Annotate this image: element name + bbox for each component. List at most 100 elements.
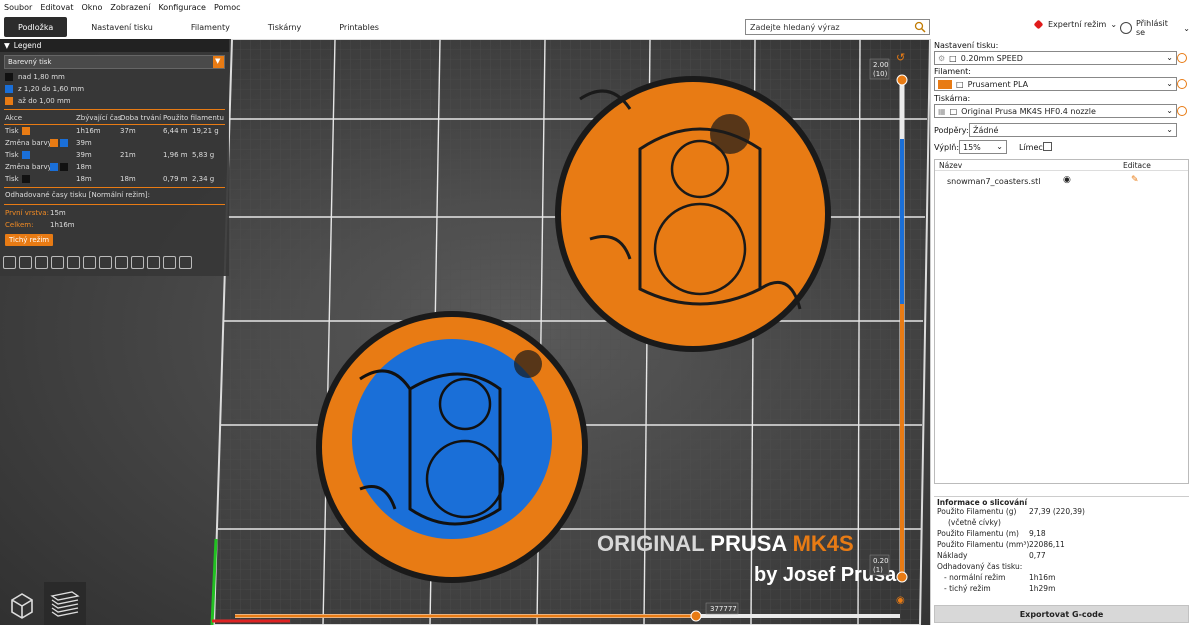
legend-option-icons [3,256,195,269]
menu-bar: Soubor Editovat Okno Zobrazení Konfigura… [0,0,1190,15]
cube-icon [11,593,33,619]
legend-header[interactable]: ▼ Legend [0,39,229,52]
info-row: Odhadovaný čas tisku: [937,562,1023,571]
tab-nastaveni-tisku[interactable]: Nastavení tisku [77,17,167,37]
object-list-header: Název Editace [935,160,1188,171]
row-swatch-blue [60,139,68,147]
info-row: Náklady 0,77 [937,551,1046,560]
retractions-icon[interactable] [35,256,48,269]
infill-combo[interactable]: 15% ⌄ [959,140,1007,154]
wipe-icon[interactable] [19,256,32,269]
chevron-down-icon: ⌄ [1166,53,1173,62]
search-input[interactable]: Zadejte hledaný výraz [745,19,930,35]
menu-pomoc[interactable]: Pomoc [214,3,241,12]
gear-icon[interactable] [1177,53,1187,63]
quiet-mode-button[interactable]: Tichý režim [5,234,54,246]
lock-icon: □ [956,79,964,89]
preview-layers-button[interactable] [44,582,86,625]
legend-row: Tisk 1h16m 37m 6,44 m 19,21 g [5,127,219,135]
print-settings-label: Nastavení tisku: [934,41,999,50]
menu-zobrazeni[interactable]: Zobrazení [110,3,150,12]
view-3d-button[interactable] [4,586,40,622]
login-button[interactable]: Přihlásit se ⌄ [1120,19,1190,37]
print-settings-combo[interactable]: ⚙ □ 0.20mm SPEED ⌄ [934,51,1177,65]
legend-row: Tisk 18m 18m 0,79 m 2,34 g [5,175,215,183]
gear-icon[interactable] [1177,79,1187,89]
brim-checkbox[interactable] [1043,142,1052,151]
printer-combo[interactable]: ▦ □ Original Prusa MK4S HF0.4 nozzle ⌄ [934,104,1177,118]
deretractions-icon[interactable] [51,256,64,269]
slider-bottom-layer: (1) [873,566,883,574]
shells-icon[interactable] [163,256,176,269]
range-swatch-blue [5,85,13,93]
expert-mode-icon [1033,19,1044,30]
chevron-down-icon: ⌄ [1183,23,1190,33]
custom-gcode-icon[interactable] [131,256,144,269]
pause-icon[interactable] [115,256,128,269]
color-changes-icon[interactable] [99,256,112,269]
tool-marker-icon[interactable] [179,256,192,269]
chevron-down-icon: ⌄ [996,142,1003,151]
mode-selector[interactable]: Expertní režim ⌄ [1033,19,1118,30]
legend-divider [4,187,225,188]
list-item[interactable]: snowman7_coasters.stl ◉ ✎ [935,175,1188,189]
range-swatch-orange [5,97,13,105]
legend-range-3: až do 1,00 mm [0,95,229,107]
lock-icon[interactable]: ◉ [896,595,908,607]
export-gcode-button[interactable]: Exportovat G-code [934,605,1189,623]
info-row: - tichý režim 1h29m [944,584,1056,593]
layers-icon [50,591,80,617]
row-swatch-blue [50,163,58,171]
search-icon[interactable] [914,21,926,33]
supports-combo[interactable]: Žádné ⌄ [969,123,1177,137]
menu-okno[interactable]: Okno [81,3,102,12]
coaster-model-top[interactable] [555,76,831,352]
printer-label: Tiskárna: [934,94,971,103]
chevron-down-icon: ▼ [213,56,224,68]
printer-logo-line1: ORIGINAL PRUSA MK4S [597,531,854,556]
tab-filamenty[interactable]: Filamenty [177,17,244,37]
tab-printables[interactable]: Printables [325,17,393,37]
tab-bar: Podložka Nastavení tisku Filamenty Tiská… [0,15,1190,39]
tab-tiskarny[interactable]: Tiskárny [254,17,315,37]
infill-label: Výplň: [934,143,960,152]
col-name: Název [939,161,963,170]
legend-view-type-select[interactable]: Barevný tisk ▼ [4,55,225,69]
edit-icon[interactable]: ✎ [1131,175,1139,185]
tab-podlozka[interactable]: Podložka [4,17,68,37]
chevron-down-icon: ⌄ [1166,125,1173,134]
brim-label: Límec: [1019,143,1046,152]
object-list: Název Editace snowman7_coasters.stl ◉ ✎ [934,159,1189,484]
chevron-down-icon: ⌄ [1110,20,1118,29]
filament-combo[interactable]: □ Prusament PLA ⌄ [934,77,1177,91]
menu-editovat[interactable]: Editovat [40,3,73,12]
estimate-title: Odhadované časy tisku [Normální režim]: [5,191,151,199]
supports-label: Podpěry: [934,126,969,135]
tool-changes-icon[interactable] [83,256,96,269]
printer-icon: ▦ [938,106,946,116]
gear-icon[interactable] [1177,106,1187,116]
travel-icon[interactable] [3,256,16,269]
info-row: Použito Filamentu (g) 27,39 (220,39) [937,507,1085,516]
info-row: - normální režim 1h16m [944,573,1056,582]
search-placeholder: Zadejte hledaný výraz [750,22,840,32]
coaster-model-bottom[interactable] [316,311,588,583]
eye-icon[interactable]: ◉ [1063,175,1071,185]
row-swatch-black [60,163,68,171]
menu-konfigurace[interactable]: Konfigurace [158,3,206,12]
info-row: Použito Filamentu (mm³) 22086,11 [937,540,1065,549]
range-swatch-black [5,73,13,81]
slider-top-value: 2.00 [873,61,889,69]
seams-icon[interactable] [67,256,80,269]
row-swatch-black [22,175,30,183]
lock-icon: □ [949,106,958,116]
row-swatch-orange [22,127,30,135]
legend-divider [4,109,225,110]
menu-soubor[interactable]: Soubor [4,3,32,12]
slicing-info-title: Informace o slicování [934,496,1189,507]
chevron-down-icon: ⌄ [1166,106,1173,115]
legend-row: Změna barvy 18m [5,163,92,171]
center-of-gravity-icon[interactable] [147,256,160,269]
user-icon [1120,22,1132,34]
undo-icon[interactable]: ↺ [896,51,908,64]
